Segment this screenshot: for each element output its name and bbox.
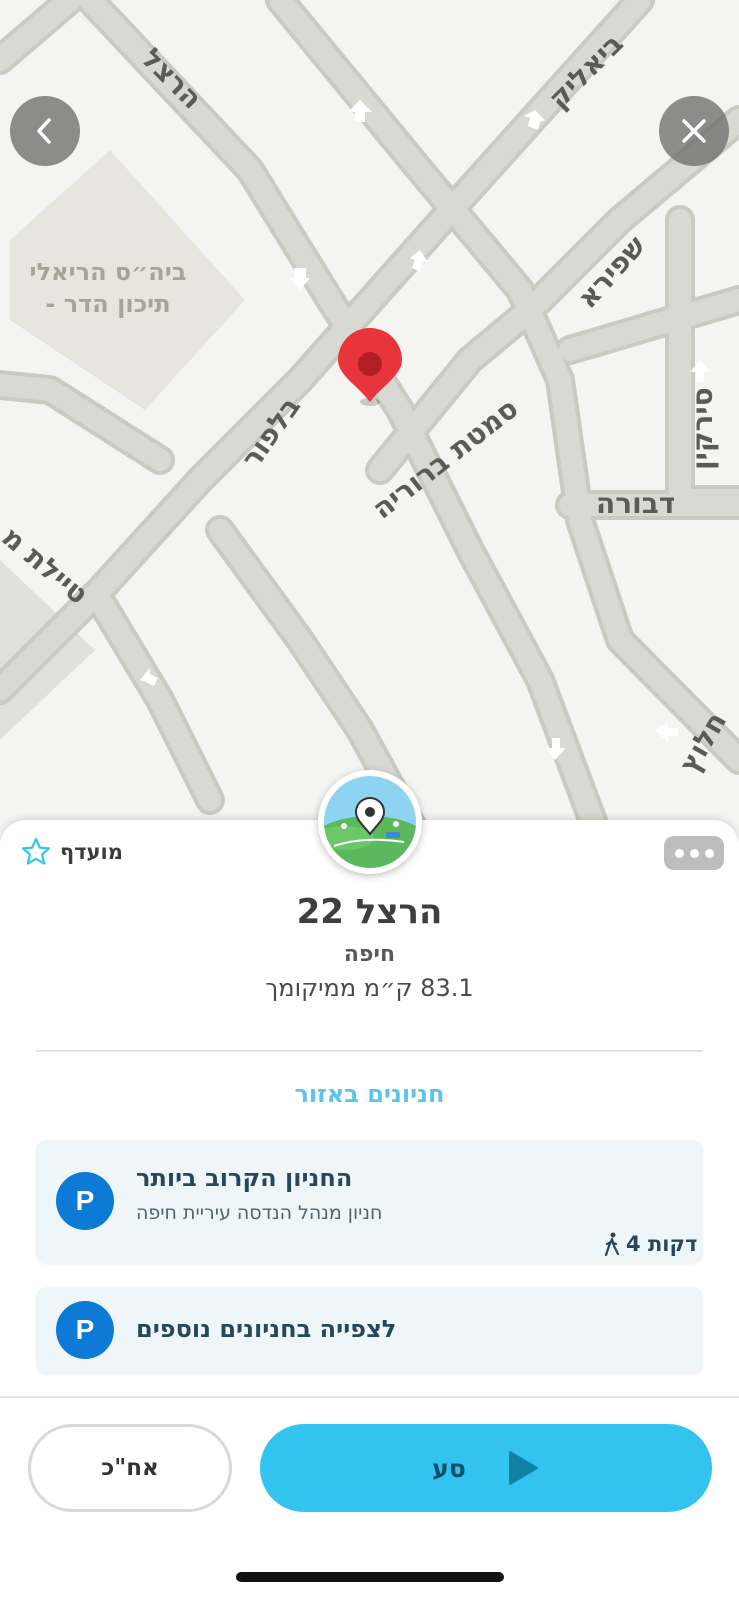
parking-section-title: חניונים באזור — [294, 1080, 445, 1108]
place-thumbnail — [318, 770, 422, 874]
chevron-left-icon — [37, 118, 51, 144]
poi-label-school-line1: ביה״ס הריאלי — [30, 258, 187, 286]
later-button[interactable]: אח"כ — [28, 1424, 232, 1512]
favorite-toggle[interactable]: מועדף — [20, 836, 123, 868]
actions-divider — [0, 1396, 739, 1398]
street-label-sirkin: סירקין — [686, 387, 719, 470]
map-view[interactable]: הרצל ביאליק שפירא בלפור סמטת ברוריה סירק… — [0, 0, 739, 840]
poi-label-school-line2: - תיכון הדר — [45, 290, 170, 318]
place-distance: 83.1 ק״מ ממיקומך — [265, 974, 474, 1002]
close-icon — [682, 119, 706, 143]
place-city: חיפה — [343, 942, 396, 967]
street-label-dvora: דבורה — [596, 487, 675, 520]
favorite-label: מועדף — [60, 840, 123, 864]
back-button[interactable] — [10, 96, 80, 166]
more-dot-icon — [704, 848, 714, 858]
go-button[interactable]: סע — [260, 1424, 712, 1512]
place-title: הרצל 22 — [296, 892, 443, 932]
parking-icon: P — [56, 1172, 114, 1230]
nearest-parking-card[interactable]: P החניון הקרוב ביותר חניון מנהל הנדסה עי… — [36, 1140, 703, 1262]
parking-icon: P — [56, 1301, 114, 1359]
close-button[interactable] — [659, 96, 729, 166]
nearest-parking-title: החניון הקרוב ביותר — [136, 1164, 353, 1192]
map-canvas: הרצל ביאליק שפירא בלפור סמטת ברוריה סירק… — [0, 0, 739, 840]
more-parking-label: לצפייה בחניונים נוספים — [136, 1315, 397, 1343]
walk-time-label: 4 דקות — [626, 1232, 698, 1256]
star-icon — [21, 837, 51, 865]
play-icon — [508, 1451, 538, 1485]
more-parking-card[interactable]: P לצפייה בחניונים נוספים — [36, 1287, 703, 1373]
more-dot-icon — [689, 848, 699, 858]
more-dot-icon — [674, 848, 684, 858]
walk-time: 4 דקות — [602, 1232, 697, 1256]
nearest-parking-name: חניון מנהל הנדסה עיריית חיפה — [136, 1202, 383, 1224]
go-label: סע — [432, 1453, 466, 1483]
home-indicator — [236, 1572, 504, 1582]
walking-person-icon — [604, 1232, 620, 1256]
divider — [36, 1050, 703, 1052]
location-illustration-icon — [324, 776, 416, 868]
more-options-button[interactable] — [664, 836, 724, 870]
